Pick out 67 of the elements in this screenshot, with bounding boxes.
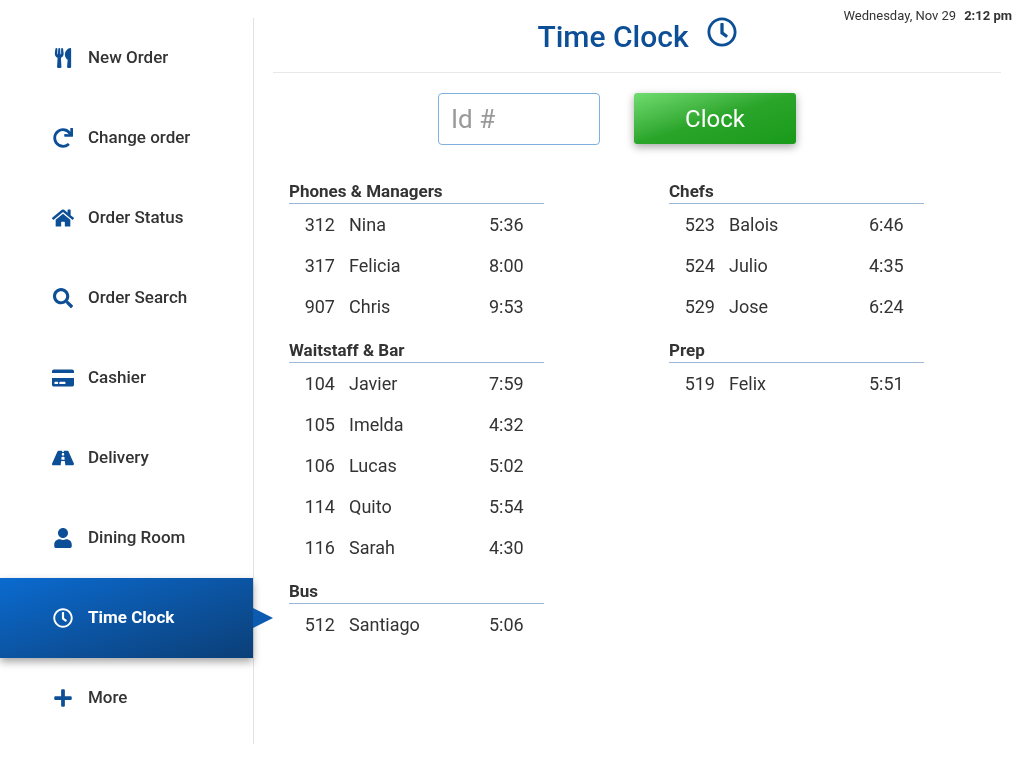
search-icon	[52, 288, 74, 308]
employee-id: 106	[303, 454, 336, 478]
sidebar-item[interactable]: Change order	[0, 98, 253, 178]
clock-time: 5:54	[489, 495, 524, 519]
card-icon	[52, 368, 74, 388]
employee-id: 104	[303, 372, 336, 396]
clock-time: 8:00	[489, 254, 524, 278]
clock-time: 7:59	[489, 372, 524, 396]
clock-time: 5:02	[489, 454, 524, 478]
home-icon	[52, 208, 74, 228]
group-heading: Waitstaff & Bar	[289, 339, 544, 363]
sidebar-item[interactable]: Cashier	[0, 338, 253, 418]
employee-name: Felicia	[349, 254, 402, 278]
road-icon	[52, 448, 74, 468]
employee-id: 523	[683, 213, 716, 237]
person-icon	[52, 528, 74, 548]
id-field[interactable]: Id #	[438, 93, 600, 145]
sidebar-item[interactable]: Order Search	[0, 258, 253, 338]
employee-name: Balois	[729, 213, 780, 237]
group-heading: Chefs	[669, 180, 924, 204]
group-heading: Prep	[669, 339, 924, 363]
employee-id: 105	[303, 413, 336, 437]
clock-time: 4:30	[489, 536, 524, 560]
clock-time: 5:36	[489, 213, 524, 237]
employee-id: 907	[303, 295, 336, 319]
clock-time: 4:35	[869, 254, 904, 278]
clock-time: 4:32	[489, 413, 524, 437]
page-title: Time Clock	[537, 17, 689, 56]
sidebar-item[interactable]: Order Status	[0, 178, 253, 258]
date-text: Wednesday, Nov 29	[843, 7, 957, 25]
clock-time: 6:24	[869, 295, 904, 319]
clock-time: 5:51	[869, 372, 904, 396]
employee-name: Jose	[729, 295, 770, 319]
clock-icon	[706, 17, 737, 47]
sidebar-item[interactable]: More	[0, 658, 253, 738]
employee-id: 529	[683, 295, 716, 319]
clock-time: 5:06	[489, 613, 524, 637]
employee-id: 512	[303, 613, 336, 637]
employee-id: 312	[303, 213, 336, 237]
sidebar-item[interactable]: Delivery	[0, 418, 253, 498]
pointer-icon	[253, 608, 273, 628]
clock-time: 6:46	[869, 213, 904, 237]
employee-name: Lucas	[349, 454, 398, 478]
employee-id: 519	[683, 372, 716, 396]
time-text: 2:12 pm	[964, 7, 1012, 25]
employee-name: Santiago	[349, 613, 421, 637]
group-heading: Phones & Managers	[289, 180, 544, 204]
employee-id: 524	[683, 254, 716, 278]
refresh-icon	[52, 128, 74, 148]
utensils-icon	[52, 48, 74, 68]
employee-name: Quito	[349, 495, 393, 519]
sidebar-item[interactable]: New Order	[0, 18, 253, 98]
sidebar-item[interactable]: Dining Room	[0, 498, 253, 578]
employee-name: Julio	[729, 254, 769, 278]
plus-icon	[52, 688, 74, 708]
employee-id: 116	[303, 536, 336, 560]
clock-time: 9:53	[489, 295, 524, 319]
employee-name: Chris	[349, 295, 392, 319]
employee-id: 317	[303, 254, 336, 278]
employee-name: Javier	[349, 372, 399, 396]
employee-name: Nina	[349, 213, 387, 237]
employee-id: 114	[303, 495, 336, 519]
employee-name: Felix	[729, 372, 767, 396]
employee-name: Imelda	[349, 413, 405, 437]
clock-icon	[52, 608, 74, 628]
group-heading: Bus	[289, 580, 544, 604]
employee-name: Sarah	[349, 536, 396, 560]
